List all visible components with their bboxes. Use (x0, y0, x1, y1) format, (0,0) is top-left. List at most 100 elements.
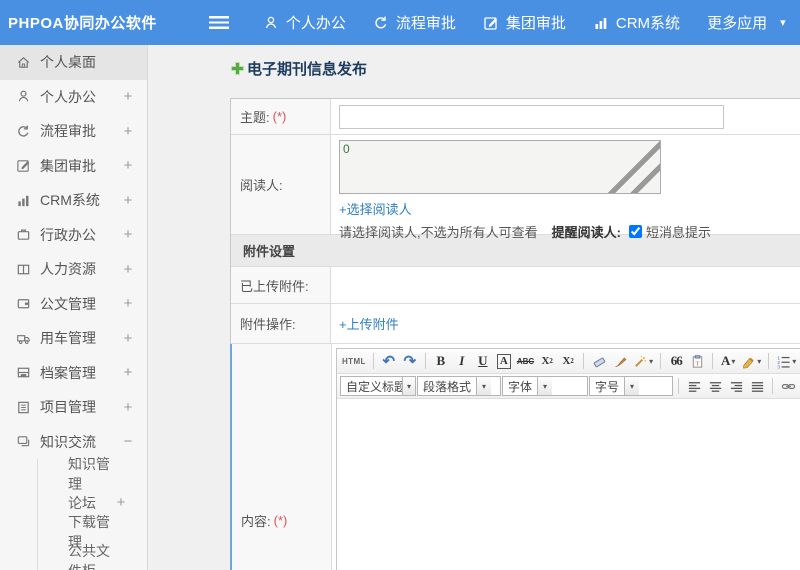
nav-crm-system[interactable]: CRM系统 (593, 12, 680, 33)
superscript-button[interactable]: X2 (537, 351, 557, 372)
sidebar-item-admin-office[interactable]: 行政办公 + (0, 218, 147, 253)
form-row-subject: 主题: (*) (231, 99, 800, 135)
paste-icon[interactable]: T (687, 351, 707, 372)
expand-toggle[interactable]: + (122, 192, 134, 209)
readers-label-cell: 阅读人: (231, 135, 331, 234)
font-border-button[interactable]: A (494, 351, 514, 372)
project-doc-icon (18, 401, 29, 414)
expand-toggle[interactable]: + (122, 226, 134, 243)
expand-toggle[interactable]: + (122, 399, 134, 416)
undo-icon[interactable]: ↶ (379, 351, 399, 372)
subject-label-cell: 主题: (*) (231, 99, 331, 134)
sidebar-item-human-resources[interactable]: 人力资源 + (0, 252, 147, 287)
sidebar-item-project-management[interactable]: 项目管理 + (0, 390, 147, 425)
ordered-list-icon[interactable]: 1 2 3 ▾ (774, 351, 798, 372)
sidebar-item-crm-system[interactable]: CRM系统 + (0, 183, 147, 218)
bold-button[interactable]: B (431, 351, 451, 372)
top-nav: 个人办公 流程审批 集团审批 CRM系统 更多应用 ▾ (263, 12, 786, 33)
paragraph-format-select[interactable]: 段落格式 ▾ (417, 376, 501, 396)
nav-label: 流程审批 (395, 15, 456, 32)
wallet-icon (17, 299, 30, 309)
sidebar-label: 行政办公 (40, 226, 96, 243)
blockquote-button[interactable]: 66 (666, 351, 686, 372)
sidebar-item-workflow-approval[interactable]: 流程审批 + (0, 114, 147, 149)
sidebar-label: 集团审批 (40, 157, 96, 174)
sms-notify-checkbox[interactable] (628, 225, 642, 238)
sidebar-item-group-approval[interactable]: 集团审批 + (0, 149, 147, 184)
subscript-button[interactable]: X2 (558, 351, 578, 372)
sidebar-item-personal-office[interactable]: 个人办公 + (0, 80, 147, 115)
sidebar-subitem-knowledge-management[interactable]: 知识管理 (38, 456, 147, 492)
upload-attachment-link[interactable]: +上传附件 (339, 314, 399, 333)
editor-toolbar-row1: HTML ↶ ↷ B I U A ABC X2 X 2 ▾ 66 T A ▾ ▾… (337, 349, 800, 374)
editor-content-area[interactable] (337, 399, 800, 570)
attachment-operation-label: 附件操作: (240, 317, 296, 332)
font-color-button[interactable]: A ▾ (718, 351, 738, 372)
expand-toggle[interactable]: + (122, 364, 134, 381)
expand-toggle[interactable]: + (122, 157, 134, 174)
nav-more-apps[interactable]: 更多应用 ▾ (707, 12, 786, 33)
toolbar-separator (424, 353, 426, 369)
main-content: 电子期刊信息发布 主题: (*) 阅读人: 0 +选择阅读人 请选择阅读人,不选… (148, 45, 800, 570)
sidebar-item-vehicle-management[interactable]: 用车管理 + (0, 321, 147, 356)
expand-toggle[interactable]: + (122, 261, 134, 278)
nav-label: 个人办公 (285, 15, 346, 32)
sidebar-item-personal-desktop[interactable]: 个人桌面 (0, 45, 147, 80)
bar-chart-icon (595, 17, 607, 29)
source-code-button[interactable]: HTML (340, 351, 368, 372)
format-brush-icon[interactable] (610, 351, 630, 372)
expand-toggle[interactable]: + (122, 330, 134, 347)
redo-icon[interactable]: ↷ (400, 351, 420, 372)
subject-input[interactable] (339, 104, 724, 129)
align-justify-icon[interactable] (747, 376, 767, 397)
app-title: PHPOA协同办公软件 (8, 15, 157, 32)
sidebar: 个人桌面 个人办公 + 流程审批 + 集团审批 + CRM系统 + 行政办公 +… (0, 45, 148, 570)
sidebar-label: 人力资源 (40, 261, 96, 278)
edit-icon (484, 16, 497, 30)
font-size-select[interactable]: 字号 ▾ (589, 376, 673, 396)
readers-label: 阅读人: (240, 178, 283, 193)
app-window: PHPOA协同办公软件 个人办公 流程审批 集团审批 CRM系统 更多应用 ▾ (0, 0, 800, 570)
caret-down-icon: ▾ (757, 356, 762, 366)
caret-down-icon: ▾ (624, 377, 640, 395)
nav-group-approval[interactable]: 集团审批 (483, 12, 566, 33)
expand-toggle[interactable]: + (115, 494, 127, 511)
archive-icon (17, 367, 30, 378)
caret-down-icon: ▾ (792, 356, 797, 366)
align-center-icon[interactable] (705, 376, 725, 397)
expand-toggle[interactable]: + (122, 123, 134, 140)
expand-toggle[interactable]: + (122, 295, 134, 312)
sidebar-item-archive-management[interactable]: 档案管理 + (0, 356, 147, 391)
nav-label: 更多应用 (707, 15, 768, 32)
highlight-color-icon[interactable]: ▾ (739, 351, 763, 372)
sidebar-subitem-public-file-cabinet[interactable]: 公共文件柜 (38, 543, 147, 570)
menu-toggle-icon[interactable] (208, 16, 229, 29)
nav-workflow-approval[interactable]: 流程审批 (373, 12, 456, 33)
italic-button[interactable]: I (452, 351, 472, 372)
auto-format-wand-icon[interactable]: ▾ (631, 351, 655, 372)
insert-link-icon[interactable] (778, 376, 798, 397)
bar-chart-icon (18, 195, 29, 206)
expand-toggle[interactable]: + (122, 88, 134, 105)
publish-form: 主题: (*) 阅读人: 0 +选择阅读人 请选择阅读人,不选为所有人可查看 提… (230, 98, 800, 570)
sidebar-label: 用车管理 (40, 330, 96, 347)
select-readers-link[interactable]: +选择阅读人 (339, 199, 412, 218)
font-family-select[interactable]: 字体 ▾ (502, 376, 588, 396)
readers-textarea[interactable]: 0 (339, 140, 661, 194)
sidebar-item-document-management[interactable]: 公文管理 + (0, 287, 147, 322)
sidebar-label: 公文管理 (40, 295, 96, 312)
sidebar-submenu-knowledge: 知识管理 论坛 + 下载管理 公共文件柜 (37, 456, 147, 570)
home-icon (17, 56, 30, 68)
content-label: 内容: (241, 514, 271, 529)
sidebar-label: 公共文件柜 (68, 542, 110, 570)
align-left-icon[interactable] (684, 376, 704, 397)
nav-personal-office[interactable]: 个人办公 (263, 12, 346, 33)
heading-select[interactable]: 自定义标题 ▾ (340, 376, 416, 396)
eraser-icon[interactable] (589, 351, 609, 372)
underline-button[interactable]: U (473, 351, 493, 372)
sidebar-label: 个人办公 (40, 88, 96, 105)
strikethrough-button[interactable]: ABC (515, 351, 536, 372)
workflow-icon (18, 125, 29, 137)
align-right-icon[interactable] (726, 376, 746, 397)
collapse-toggle[interactable]: − (122, 433, 134, 450)
